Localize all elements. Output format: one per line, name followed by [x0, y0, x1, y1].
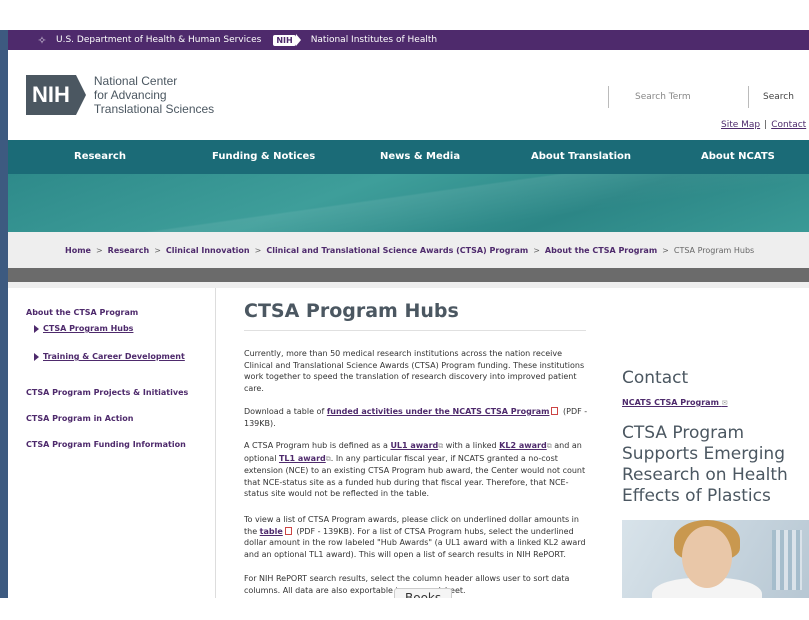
hero-band-stripe: [8, 174, 809, 232]
contact-heading: Contact: [622, 368, 689, 388]
search-button[interactable]: Search: [748, 86, 808, 108]
triangle-right-icon: [34, 352, 39, 361]
breadcrumb-separator: >: [95, 245, 103, 255]
contact-link[interactable]: Contact: [771, 120, 806, 130]
table-link[interactable]: table: [260, 527, 283, 536]
download-paragraph: Download a table of funded activities un…: [244, 406, 589, 429]
paragraph-text: A CTSA Program hub is defined as a: [244, 441, 391, 450]
nih-logo-box: NIH: [26, 75, 76, 115]
site-map-link[interactable]: Site Map: [721, 120, 760, 130]
mail-icon: ✉: [721, 399, 728, 407]
section-divider: [8, 268, 809, 282]
paragraph-text: (PDF - 139KB). For a list of CTSA Progra…: [244, 526, 586, 559]
nav-news[interactable]: News & Media: [380, 151, 460, 162]
sidebar-subitem-label: Training & Career Development: [43, 352, 185, 361]
triangle-right-icon: [34, 324, 39, 333]
breadcrumb-separator: >: [662, 245, 669, 255]
nih-link[interactable]: National Institutes of Health: [311, 35, 437, 45]
search-input[interactable]: [608, 86, 746, 108]
breadcrumb-clinical-innovation[interactable]: Clinical Innovation: [166, 246, 250, 255]
site-header: NIH National Center for Advancing Transl…: [8, 50, 809, 140]
breadcrumb-research[interactable]: Research: [108, 246, 150, 255]
funded-activities-link[interactable]: funded activities under the NCATS CTSA P…: [327, 407, 550, 416]
nav-about-ncats[interactable]: About NCATS: [701, 151, 775, 162]
breadcrumb-about-ctsa[interactable]: About the CTSA Program: [545, 246, 657, 255]
search-form: Search: [608, 86, 808, 108]
hhs-link[interactable]: U.S. Department of Health & Human Servic…: [56, 35, 261, 45]
breadcrumb-separator: >: [254, 245, 262, 255]
sidebar-item-funding-info[interactable]: CTSA Program Funding Information: [26, 440, 186, 449]
page-title: CTSA Program Hubs: [244, 300, 459, 322]
contact-link-label: NCATS CTSA Program: [622, 398, 719, 407]
sidebar-subitem-training[interactable]: Training & Career Development: [34, 352, 185, 361]
center-name-line: Translational Sciences: [93, 102, 215, 116]
pdf-icon: [284, 526, 292, 535]
breadcrumb: Home > Research > Clinical Innovation > …: [8, 232, 809, 268]
sidebar-item-in-action[interactable]: CTSA Program in Action: [26, 414, 133, 423]
hhs-bar: ✧ U.S. Department of Health & Human Serv…: [8, 30, 809, 50]
books-tooltip: Books: [394, 588, 453, 598]
sidebar-item-projects[interactable]: CTSA Program Projects & Initiatives: [26, 388, 188, 397]
sidebar-subitem-hubs[interactable]: CTSA Program Hubs: [34, 324, 133, 333]
breadcrumb-current: CTSA Program Hubs: [673, 245, 755, 255]
center-name-line: National Center: [93, 74, 178, 88]
kl2-award-link[interactable]: KL2 award: [499, 441, 547, 450]
breadcrumb-home[interactable]: Home: [65, 246, 91, 255]
tl1-award-link[interactable]: TL1 award: [279, 454, 326, 463]
sidebar: About the CTSA Program CTSA Program Hubs…: [8, 288, 216, 598]
breadcrumb-separator: >: [154, 245, 161, 255]
intro-paragraph: Currently, more than 50 medical research…: [244, 349, 585, 393]
window-bottom-strip: [0, 598, 809, 620]
util-separator: |: [764, 120, 768, 130]
paragraph-text: Download a table of: [244, 407, 327, 416]
title-rule: [244, 330, 586, 331]
sidebar-subitem-label: CTSA Program Hubs: [43, 324, 134, 333]
researcher-photo[interactable]: [622, 520, 809, 598]
nih-logo-arrow: [75, 75, 86, 115]
breadcrumb-ctsa-program[interactable]: Clinical and Translational Science Award…: [266, 246, 528, 255]
definition-paragraph: A CTSA Program hub is defined as a UL1 a…: [244, 440, 589, 500]
nav-funding[interactable]: Funding & Notices: [212, 151, 315, 162]
nih-badge-arrow: [295, 34, 301, 46]
main-nav: Research Funding & Notices News & Media …: [8, 140, 809, 174]
photo-lab-vials: [772, 530, 802, 590]
eagle-icon: ✧: [37, 33, 47, 47]
ncats-ctsa-program-link[interactable]: NCATS CTSA Program ✉: [622, 398, 728, 407]
utility-links: Site Map | Contact: [721, 120, 806, 130]
nav-research[interactable]: Research: [74, 151, 126, 162]
center-name: National Center for Advancing Translatio…: [94, 74, 214, 116]
ul1-award-link[interactable]: UL1 award: [390, 441, 438, 450]
nih-badge[interactable]: NIH: [273, 34, 296, 46]
paragraph-text: with a linked: [443, 441, 500, 450]
sidebar-item-about[interactable]: About the CTSA Program: [26, 308, 138, 317]
promo-heading[interactable]: CTSA Program Supports Emerging Research …: [622, 423, 802, 507]
pdf-icon: [551, 407, 559, 415]
ncats-logo[interactable]: NIH National Center for Advancing Transl…: [26, 74, 214, 116]
hero-band: [8, 174, 809, 232]
nav-about-translation[interactable]: About Translation: [531, 151, 631, 162]
awards-paragraph: To view a list of CTSA Program awards, p…: [244, 514, 589, 560]
center-name-line: for Advancing: [93, 88, 167, 102]
browser-viewport: ✧ U.S. Department of Health & Human Serv…: [8, 30, 809, 598]
window-top-strip: [0, 0, 809, 30]
breadcrumb-separator: >: [533, 245, 540, 255]
photo-face: [682, 526, 732, 588]
